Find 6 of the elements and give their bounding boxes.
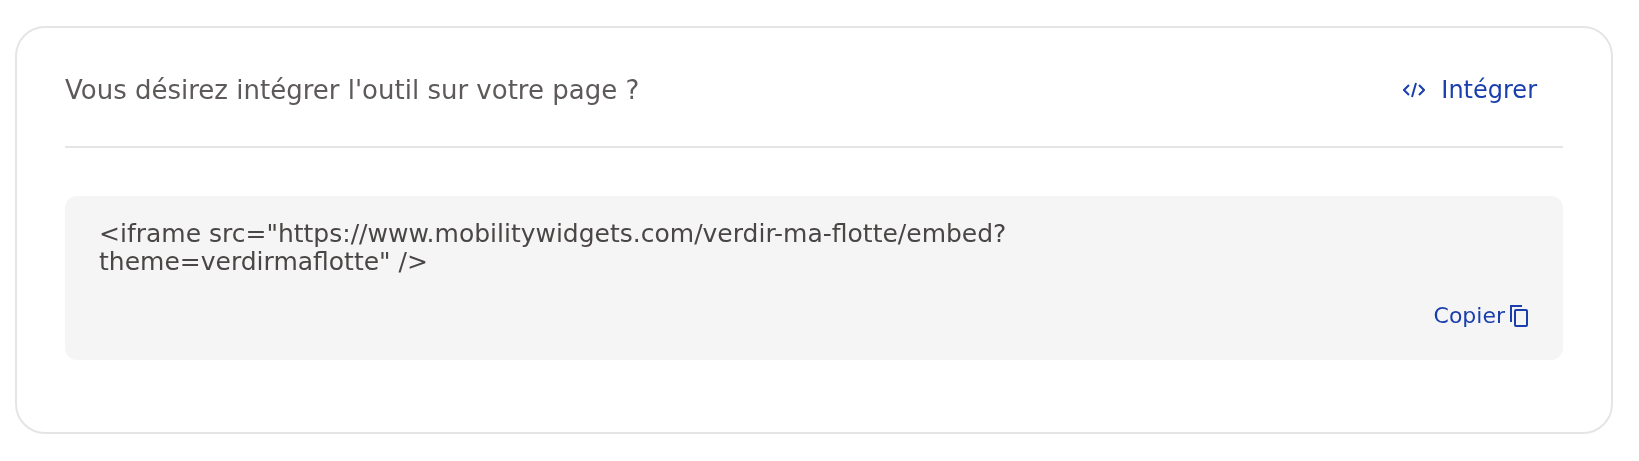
question-text: Vous désirez intégrer l'outil sur votre page ? [65, 75, 640, 105]
copy-button[interactable]: Copier [1433, 303, 1529, 336]
embed-code-text: <iframe src="https://www.mobilitywidgets.com/verdir-ma-flotte/embed?theme=verdirmaflotte" /> [99, 220, 1008, 276]
copy-icon [1509, 303, 1529, 328]
embed-button[interactable]: Intégrer [1403, 76, 1563, 104]
code-icon [1403, 81, 1426, 99]
